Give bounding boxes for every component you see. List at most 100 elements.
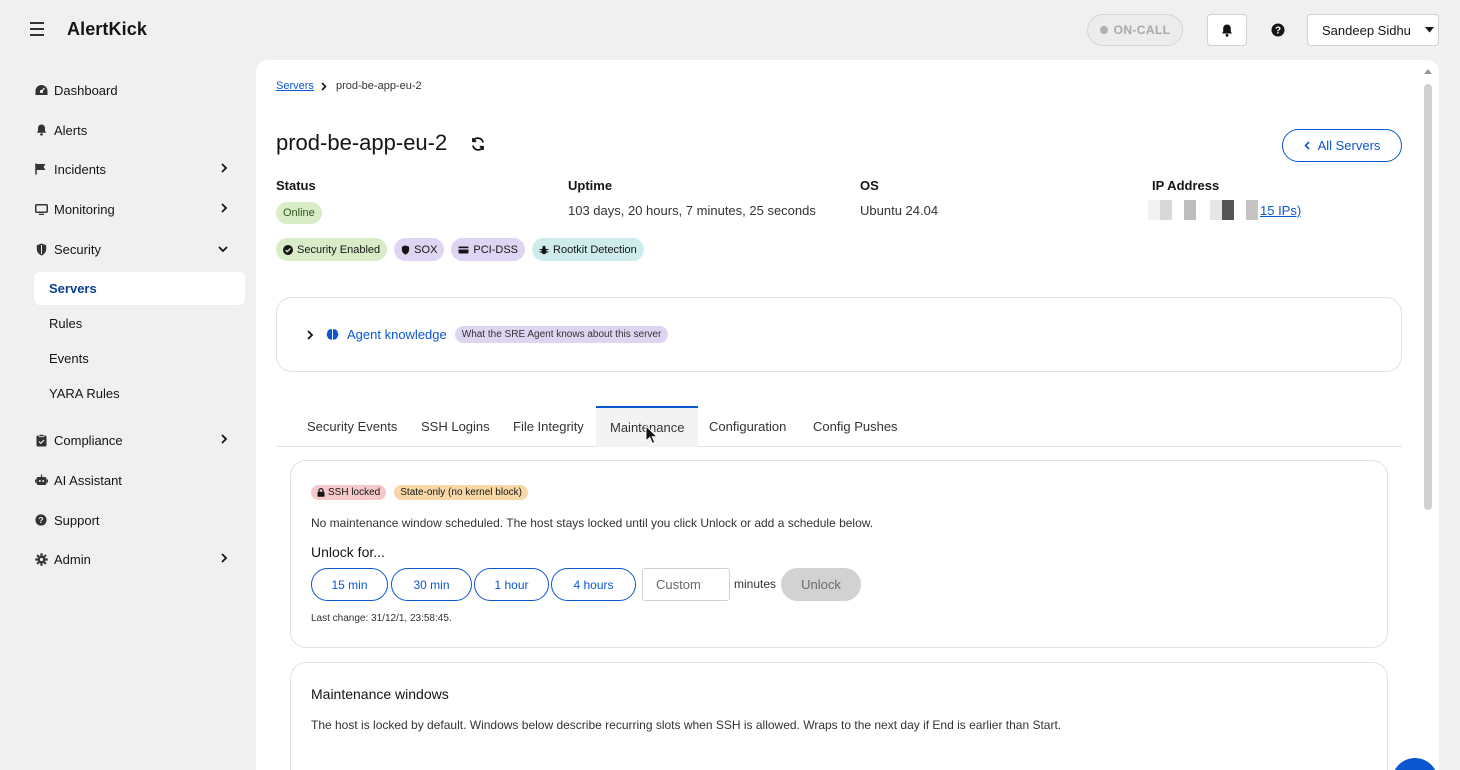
bell-icon <box>1222 24 1232 37</box>
tab-file-integrity[interactable]: File Integrity <box>513 406 584 447</box>
unlock-for-heading: Unlock for... <box>311 544 385 560</box>
sidebar-item-label: Incidents <box>54 161 107 177</box>
agent-knowledge-badge: What the SRE Agent knows about this serv… <box>454 326 669 343</box>
refresh-icon[interactable] <box>470 136 486 152</box>
oncall-toggle[interactable]: ON-CALL <box>1087 14 1183 46</box>
user-menu-button[interactable]: Sandeep Sidhu <box>1307 14 1439 46</box>
shield-icon <box>34 242 48 256</box>
status-label: Status <box>276 178 316 193</box>
agent-knowledge-toggle[interactable]: Agent knowledge What the SRE Agent knows… <box>307 326 669 343</box>
chevron-right-icon <box>307 329 314 340</box>
sidebar-item-support[interactable]: ? Support <box>34 509 234 531</box>
menu-icon[interactable] <box>30 22 44 36</box>
unlock-button[interactable]: Unlock <box>781 568 861 601</box>
sidebar-item-admin[interactable]: Admin <box>34 548 234 570</box>
sidebar-item-monitoring[interactable]: Monitoring <box>34 198 234 220</box>
help-icon: ? <box>34 513 48 527</box>
sidebar-subitem-yara-rules[interactable]: YARA Rules <box>34 377 245 410</box>
chevron-right-icon <box>221 434 228 444</box>
brain-icon <box>326 329 339 340</box>
sidebar-item-ai-assistant[interactable]: AI Assistant <box>34 469 234 491</box>
check-circle-icon <box>283 244 293 255</box>
maintenance-notice: No maintenance window scheduled. The hos… <box>311 516 874 530</box>
badge-label: Security Enabled <box>297 243 381 256</box>
scroll-up-icon[interactable] <box>1424 69 1432 74</box>
sidebar-item-alerts[interactable]: Alerts <box>34 119 234 141</box>
clipboard-icon <box>34 433 48 447</box>
robot-icon <box>34 473 48 487</box>
breadcrumb-link-servers[interactable]: Servers <box>276 80 314 92</box>
sidebar-item-label: Dashboard <box>54 82 118 98</box>
sidebar-item-security[interactable]: Security <box>34 238 234 260</box>
help-icon: ? <box>1271 23 1285 37</box>
mouse-cursor-icon <box>645 425 659 445</box>
sidebar-item-incidents[interactable]: Incidents <box>34 158 234 180</box>
badge-sox: SOX <box>394 238 445 261</box>
tab-configuration[interactable]: Configuration <box>709 406 786 447</box>
sidebar-item-dashboard[interactable]: Dashboard <box>34 79 234 101</box>
minutes-label: minutes <box>734 577 777 591</box>
unlock-30-min-button[interactable]: 30 min <box>391 568 472 601</box>
sidebar-item-label: Events <box>49 351 89 366</box>
os-label: OS <box>860 178 879 193</box>
credit-card-icon <box>458 246 469 253</box>
sidebar-item-label: Monitoring <box>54 201 115 217</box>
sidebar-item-compliance[interactable]: Compliance <box>34 429 234 451</box>
svg-text:?: ? <box>1275 26 1281 37</box>
badge-label: SSH locked <box>328 487 381 498</box>
help-button[interactable]: ? <box>1269 21 1287 39</box>
bell-icon <box>34 123 48 137</box>
last-change-text: Last change: 31/12/1, 23:58:45. <box>311 613 452 624</box>
unlock-1-hour-button[interactable]: 1 hour <box>474 568 549 601</box>
tab-label: Security Events <box>307 419 398 434</box>
sidebar-subitem-events[interactable]: Events <box>34 342 245 375</box>
tab-security-events[interactable]: Security Events <box>307 406 397 447</box>
top-bar: AlertKick ON-CALL ? Sandeep Sidhu <box>0 0 1460 60</box>
sidebar-item-label: Rules <box>49 316 83 331</box>
sidebar-item-label: Compliance <box>54 432 123 448</box>
oncall-label: ON-CALL <box>1113 23 1171 37</box>
uptime-label: Uptime <box>568 178 613 193</box>
all-servers-label: All Servers <box>1317 138 1381 153</box>
sidebar-item-label: YARA Rules <box>49 386 120 401</box>
ip-list-link[interactable]: 15 IPs) <box>1260 203 1301 218</box>
sidebar-item-label: Support <box>54 512 100 528</box>
sidebar-item-label: AI Assistant <box>54 472 122 488</box>
chevron-right-icon <box>221 553 228 563</box>
tab-ssh-logins[interactable]: SSH Logins <box>421 406 490 447</box>
tab-label: File Integrity <box>513 419 584 434</box>
tab-label: Configuration <box>709 419 787 434</box>
custom-minutes-input[interactable]: Custom <box>642 568 730 601</box>
maintenance-windows-title: Maintenance windows <box>311 686 449 702</box>
badge-pci-dss: PCI-DSS <box>451 238 526 261</box>
scrollbar-thumb[interactable] <box>1424 84 1432 510</box>
state-only-badge: State-only (no kernel block) <box>394 485 528 500</box>
sidebar-item-label: Admin <box>54 551 91 567</box>
agent-knowledge-card: Agent knowledge What the SRE Agent knows… <box>276 297 1402 372</box>
monitor-icon <box>34 202 48 216</box>
sidebar: Dashboard Alerts Incidents Monitoring Se… <box>0 60 255 770</box>
server-tabs: Security Events SSH Logins File Integrit… <box>276 406 1402 447</box>
chevron-down-icon <box>218 246 228 253</box>
sidebar-subitem-rules[interactable]: Rules <box>34 307 245 340</box>
badge-security-enabled: Security Enabled <box>276 238 388 261</box>
tab-config-pushes[interactable]: Config Pushes <box>813 406 898 447</box>
unlock-15-min-button[interactable]: 15 min <box>311 568 388 601</box>
bug-icon <box>539 245 549 254</box>
app-brand[interactable]: AlertKick <box>67 19 147 40</box>
sidebar-subitem-servers[interactable]: Servers <box>34 272 245 305</box>
notifications-button[interactable] <box>1207 14 1247 46</box>
main-panel: Servers prod-be-app-eu-2 prod-be-app-eu-… <box>256 60 1439 770</box>
svg-text:?: ? <box>38 515 43 525</box>
shield-icon <box>402 244 410 255</box>
all-servers-button[interactable]: All Servers <box>1282 129 1402 162</box>
user-name: Sandeep Sidhu <box>1322 22 1411 38</box>
dashboard-icon <box>34 83 48 97</box>
unlock-4-hours-button[interactable]: 4 hours <box>551 568 636 601</box>
breadcrumb-separator-icon <box>321 82 327 91</box>
lock-icon <box>317 488 325 497</box>
maintenance-windows-description: The host is locked by default. Windows b… <box>311 718 1062 732</box>
badge-label: Rootkit Detection <box>553 243 637 256</box>
sidebar-item-label: Security <box>54 241 101 257</box>
ssh-locked-badge: SSH locked <box>311 485 387 500</box>
